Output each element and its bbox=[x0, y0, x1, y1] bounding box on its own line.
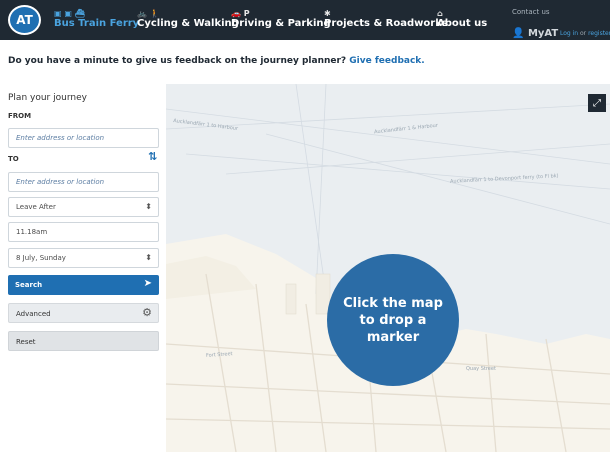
swap-direction-icon[interactable]: ⇅ bbox=[148, 150, 157, 163]
give-feedback-link[interactable]: Give feedback. bbox=[349, 56, 424, 66]
from-label: FROM bbox=[8, 112, 32, 120]
car-parking-icons: 🚗 P bbox=[231, 9, 250, 18]
nav-label: Projects & Roadworks bbox=[324, 18, 448, 29]
transport-icons: ▣ ▣ ⛴ bbox=[54, 9, 85, 18]
advanced-label: Advanced bbox=[16, 310, 51, 318]
reset-button[interactable]: Reset bbox=[8, 331, 159, 351]
contact-us-link[interactable]: Contact us bbox=[512, 8, 550, 16]
time-mode-select[interactable]: Leave After ⬍ bbox=[8, 197, 159, 217]
nav-about-us[interactable]: ⌂ About us bbox=[437, 9, 487, 29]
login-link[interactable]: Log in bbox=[560, 30, 578, 37]
bike-walk-icons: 🚲 🚶 bbox=[137, 9, 160, 18]
advanced-button[interactable]: Advanced ⚙ bbox=[8, 303, 159, 323]
to-input[interactable]: Enter address or location bbox=[8, 172, 159, 192]
register-link[interactable]: register bbox=[588, 30, 610, 37]
login-register: Log in or register bbox=[560, 30, 610, 37]
search-button[interactable]: Search ➤ bbox=[8, 275, 159, 295]
search-label: Search bbox=[15, 281, 43, 289]
date-select[interactable]: 8 July, Sunday ⬍ bbox=[8, 248, 159, 268]
panel-title: Plan your journey bbox=[8, 93, 87, 103]
drop-marker-text: Click the map to drop a marker bbox=[343, 295, 443, 345]
reset-label: Reset bbox=[16, 338, 36, 346]
nav-cycling-walking[interactable]: 🚲 🚶 Cycling & Walking bbox=[137, 9, 239, 29]
from-input[interactable]: Enter address or location bbox=[8, 128, 159, 148]
to-label: TO bbox=[8, 155, 19, 163]
myat-link[interactable]: 👤 MyAT bbox=[512, 28, 558, 39]
expand-map-icon[interactable]: ⤢ bbox=[588, 94, 606, 112]
time-mode-value: Leave After bbox=[16, 203, 56, 211]
myat-label: MyAT bbox=[527, 28, 559, 39]
date-value: 8 July, Sunday bbox=[16, 254, 66, 262]
nav-bus-train-ferry[interactable]: ▣ ▣ ⛴ Bus Train Ferry bbox=[54, 9, 139, 29]
roadworks-icon: ✱ bbox=[324, 9, 331, 18]
nav-label: Driving & Parking bbox=[231, 18, 331, 29]
top-navigation: AT ▣ ▣ ⛴ Bus Train Ferry 🚲 🚶 Cycling & W… bbox=[0, 0, 610, 40]
nav-label: Bus Train Ferry bbox=[54, 18, 140, 29]
map-label: Quay Street bbox=[466, 366, 496, 372]
feedback-banner: Do you have a minute to give us feedback… bbox=[8, 56, 425, 66]
nav-driving-parking[interactable]: 🚗 P Driving & Parking bbox=[231, 9, 331, 29]
drop-marker-prompt: Click the map to drop a marker bbox=[327, 254, 459, 386]
nav-label: Cycling & Walking bbox=[137, 18, 239, 29]
time-input[interactable]: 11.18am bbox=[8, 222, 159, 242]
or-text: or bbox=[580, 30, 587, 37]
select-chevron-icon: ⬍ bbox=[145, 253, 152, 262]
nav-projects-roadworks[interactable]: ✱ Projects & Roadworks bbox=[324, 9, 448, 29]
at-logo[interactable]: AT bbox=[8, 5, 41, 35]
gear-icon: ⚙ bbox=[142, 306, 152, 319]
user-icon: 👤 bbox=[512, 28, 528, 39]
nav-label: About us bbox=[437, 18, 488, 29]
feedback-text: Do you have a minute to give us feedback… bbox=[8, 56, 347, 66]
about-icon: ⌂ bbox=[437, 9, 443, 18]
location-arrow-icon: ➤ bbox=[143, 278, 152, 289]
select-chevron-icon: ⬍ bbox=[145, 202, 152, 211]
